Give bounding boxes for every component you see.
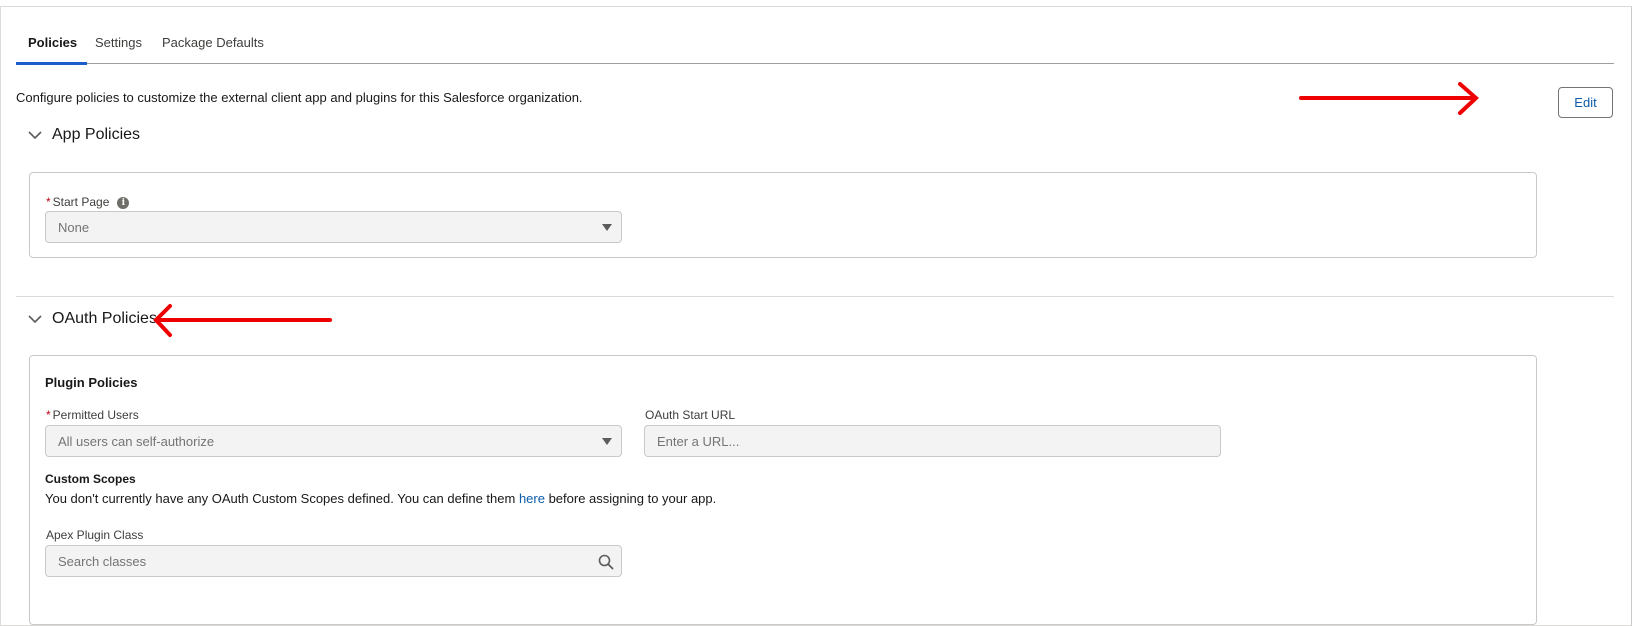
field-label-text: Permitted Users: [52, 408, 139, 422]
input-placeholder: Search classes: [58, 553, 147, 569]
page-description: Configure policies to customize the exte…: [16, 90, 583, 105]
selected-value: All users can self-authorize: [58, 433, 215, 449]
search-icon: [598, 554, 614, 570]
required-indicator: *: [46, 195, 51, 209]
oauth-start-url-label: OAuth Start URL: [645, 408, 736, 422]
plugin-policies-heading: Plugin Policies: [45, 375, 138, 390]
tab-policies[interactable]: Policies: [28, 35, 77, 50]
dropdown-caret-icon: [602, 224, 612, 231]
required-indicator: *: [46, 408, 51, 422]
section-title: OAuth Policies: [52, 310, 157, 327]
chevron-down-icon: [28, 131, 42, 140]
oauth-start-url-input[interactable]: Enter a URL...: [644, 425, 1221, 457]
permitted-users-label: * Permitted Users: [46, 408, 139, 422]
chevron-down-icon: [28, 315, 42, 324]
app-policies-card: * Start Page i None: [29, 172, 1537, 258]
app-policies-section-toggle[interactable]: App Policies: [28, 126, 140, 144]
apex-plugin-class-search[interactable]: Search classes: [45, 545, 622, 577]
apex-plugin-class-label: Apex Plugin Class: [46, 528, 144, 542]
input-placeholder: Enter a URL...: [657, 433, 740, 449]
tab-label: Package Defaults: [162, 35, 264, 50]
message-text: You don't currently have any OAuth Custo…: [45, 491, 519, 506]
tab-package-defaults[interactable]: Package Defaults: [162, 35, 264, 50]
section-divider: [16, 296, 1614, 297]
dropdown-caret-icon: [602, 438, 612, 445]
tab-bar: Policies Settings Package Defaults: [16, 32, 1614, 65]
active-tab-indicator: [16, 62, 87, 65]
tab-settings[interactable]: Settings: [95, 35, 142, 50]
section-title: App Policies: [52, 126, 141, 143]
oauth-policies-section-toggle[interactable]: OAuth Policies: [28, 310, 157, 328]
custom-scopes-message: You don't currently have any OAuth Custo…: [45, 491, 716, 506]
edit-button[interactable]: Edit: [1558, 87, 1613, 118]
permitted-users-select[interactable]: All users can self-authorize: [45, 425, 622, 457]
define-scopes-link[interactable]: here: [519, 491, 545, 506]
oauth-policies-card: Plugin Policies * Permitted Users All use…: [29, 355, 1537, 625]
message-text: before assigning to your app.: [544, 491, 717, 506]
start-page-select[interactable]: None: [45, 211, 622, 243]
selected-value: None: [58, 219, 90, 235]
tab-label: Policies: [28, 35, 78, 50]
start-page-label: * Start Page i: [46, 195, 130, 209]
field-label-text: Start Page: [52, 195, 110, 209]
custom-scopes-heading: Custom Scopes: [45, 472, 136, 486]
info-icon[interactable]: i: [117, 196, 130, 209]
tab-label: Settings: [95, 35, 142, 50]
